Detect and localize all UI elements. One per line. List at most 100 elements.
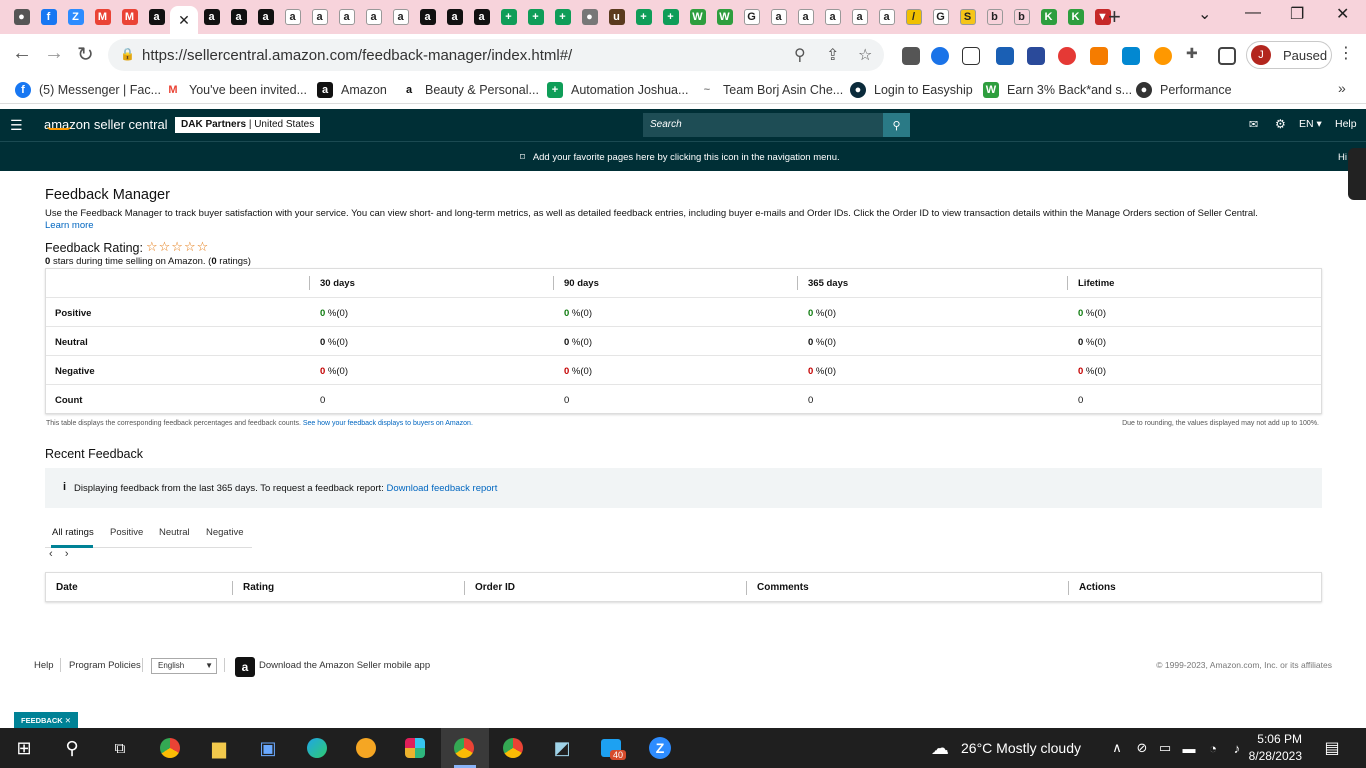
extension-off-icon[interactable] [902,47,920,65]
notifications-icon[interactable]: ▤ [1320,736,1344,760]
notepad-icon[interactable]: ◩ [550,736,574,760]
language-selector[interactable]: EN ▾ [1299,118,1322,130]
footer-help-link[interactable]: Help [34,660,54,671]
chevron-right-icon[interactable]: › [65,548,69,560]
browser-tab[interactable]: Z [62,6,89,28]
browser-tab[interactable]: + [549,6,576,28]
extension-orange-icon[interactable] [1154,47,1172,65]
side-panel-handle[interactable] [1348,148,1366,200]
browser-tab[interactable]: a [333,6,360,28]
file-explorer-icon[interactable]: ▆ [207,736,231,760]
bookmark-star-icon[interactable]: ☆ [858,45,872,65]
bookmark-beauty[interactable]: a Beauty & Personal... [401,82,539,98]
zoom-app-icon[interactable]: Z [648,736,672,760]
side-panel-icon[interactable] [1218,47,1236,65]
system-tray-icon[interactable]: ⊘ [1130,736,1154,760]
column-header-rating[interactable]: Rating [243,582,274,593]
norton-icon[interactable] [354,736,378,760]
browser-tab[interactable]: / [900,6,927,28]
browser-tab[interactable]: a [306,6,333,28]
browser-menu-icon[interactable]: ⋮ [1338,43,1354,63]
browser-tab[interactable]: a [792,6,819,28]
column-header-comments[interactable]: Comments [757,582,809,593]
profile-button[interactable]: J Paused [1246,41,1332,69]
browser-tab[interactable]: + [630,6,657,28]
close-tab-icon[interactable]: ✕ [178,12,190,29]
browser-tab[interactable]: a [846,6,873,28]
share-icon[interactable]: ⇪ [826,45,839,65]
tab-neutral[interactable]: Neutral [159,527,190,538]
close-icon[interactable]: ✕ [65,716,71,725]
browser-tab[interactable]: a [873,6,900,28]
account-switcher[interactable]: DAK Partners | United States [175,117,321,133]
search-button[interactable]: ⚲ [883,113,910,137]
browser-tab[interactable]: a [414,6,441,28]
maximize-button[interactable]: ❐ [1290,4,1304,24]
browser-tab[interactable]: a [360,6,387,28]
search-input[interactable]: Search [643,113,883,137]
gear-icon[interactable]: ⚙ [1275,117,1286,131]
chevron-up-icon[interactable]: ∧ [1105,736,1129,760]
browser-tab[interactable]: S [954,6,981,28]
tab-search-icon[interactable]: ⌄ [1198,4,1211,24]
clock-date[interactable]: 8/28/2023 [1238,749,1302,763]
extension-js-icon[interactable] [1090,47,1108,65]
chrome-profile-2-icon[interactable] [501,736,525,760]
browser-tab[interactable]: a [441,6,468,28]
chrome-profile-icon[interactable] [452,736,476,760]
help-link[interactable]: Help [1335,118,1357,130]
browser-tab[interactable]: K [1062,6,1089,28]
program-policies-link[interactable]: Program Policies [69,660,141,671]
reload-button[interactable]: ↻ [77,42,94,67]
bookmark-messenger[interactable]: f (5) Messenger | Fac... [15,82,161,98]
download-app-link[interactable]: Download the Amazon Seller mobile app [259,660,430,671]
bookmark-team-borj[interactable]: ~ Team Borj Asin Che... [699,82,843,98]
browser-tab[interactable]: ● [8,6,35,28]
chevron-left-icon[interactable]: ‹ [49,548,53,560]
bookmark-automation[interactable]: + Automation Joshua... [547,82,688,98]
clock-time[interactable]: 5:06 PM [1254,732,1302,746]
wifi-icon[interactable]: ◔ [1201,736,1225,760]
browser-tab[interactable]: + [657,6,684,28]
network-app-icon[interactable]: ▣ [256,736,280,760]
bookmark-performance[interactable]: ● Performance [1136,82,1232,98]
address-url[interactable]: https://sellercentral.amazon.com/feedbac… [142,47,572,64]
extensions-puzzle-icon[interactable]: ✚ [1186,45,1204,63]
browser-tab[interactable]: a [387,6,414,28]
browser-tab[interactable]: ● [576,6,603,28]
forward-button[interactable]: → [44,42,64,65]
browser-tab[interactable]: a [143,6,170,28]
tab-all-ratings[interactable]: All ratings [52,527,94,538]
active-tab[interactable]: ✕ [170,6,198,34]
browser-tab[interactable]: G [738,6,765,28]
download-feedback-report-link[interactable]: Download feedback report [386,483,497,494]
amazon-app-icon[interactable]: a [235,657,255,677]
browser-tab[interactable]: W [711,6,738,28]
minimize-button[interactable]: — [1245,4,1261,22]
bookmark-amazon[interactable]: a Amazon [317,82,387,98]
bookmarks-overflow-icon[interactable]: » [1338,80,1346,96]
mail-icon[interactable]: ✉ [1249,118,1258,131]
feedback-display-link[interactable]: See how your feedback displays to buyers… [303,420,473,427]
extension-grid-icon[interactable] [1027,47,1045,65]
bookmark-invite[interactable]: M You've been invited... [165,82,307,98]
extension-pokeball-icon[interactable] [1058,47,1076,65]
task-view-icon[interactable]: ⧉ [108,736,132,760]
edge-icon[interactable] [305,736,329,760]
extension-ok-icon[interactable] [996,47,1014,65]
browser-tab[interactable]: a [468,6,495,28]
display-icon[interactable]: ▭ [1153,736,1177,760]
browser-tab[interactable]: a [198,6,225,28]
browser-tab[interactable]: G [927,6,954,28]
browser-tab[interactable]: a [819,6,846,28]
bookmark-earn[interactable]: W Earn 3% Back*and s... [983,82,1132,98]
column-header-actions[interactable]: Actions [1079,582,1116,593]
footer-language-select[interactable]: English ▼ [151,658,217,674]
browser-tab[interactable]: b [1008,6,1035,28]
battery-icon[interactable]: ▬ [1177,736,1201,760]
browser-tab[interactable]: M [116,6,143,28]
browser-tab[interactable]: a [279,6,306,28]
browser-tab[interactable]: M [89,6,116,28]
close-window-button[interactable]: ✕ [1336,4,1349,24]
feedback-tag-button[interactable]: FEEDBACK ✕ [14,712,79,728]
